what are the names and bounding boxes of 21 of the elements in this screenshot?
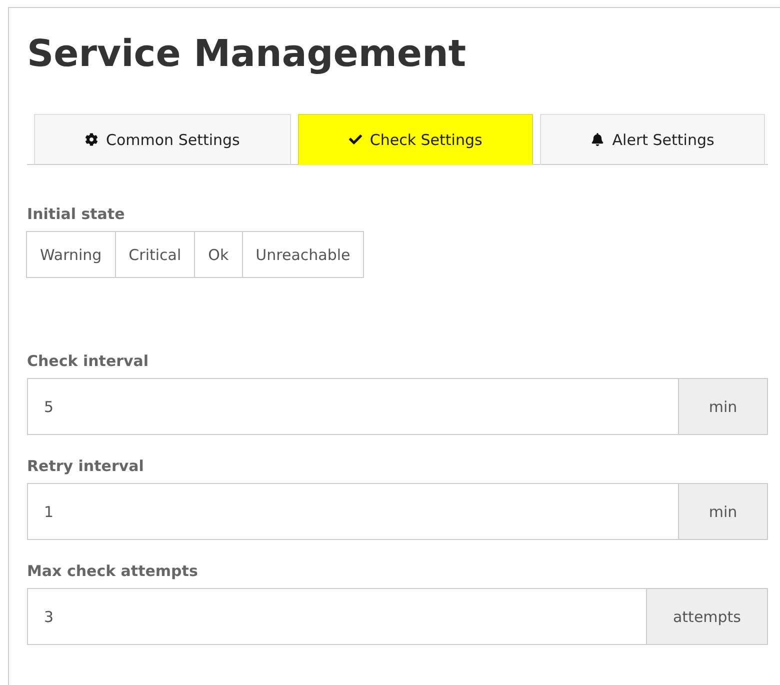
page-title: Service Management bbox=[27, 32, 468, 76]
unit-addon: attempts bbox=[646, 588, 768, 645]
field-label: Retry interval bbox=[27, 457, 145, 475]
input-field[interactable]: 5 bbox=[27, 378, 678, 435]
unit-addon: min bbox=[678, 378, 768, 435]
tab[interactable]: Check Settings bbox=[298, 114, 534, 165]
input-field[interactable]: 3 bbox=[27, 588, 646, 645]
input-field[interactable]: 1 bbox=[27, 483, 678, 540]
state-option[interactable]: Warning bbox=[26, 231, 116, 278]
state-option[interactable]: Critical bbox=[114, 231, 196, 278]
state-option[interactable]: Ok bbox=[194, 231, 243, 278]
field-label: Initial state bbox=[27, 205, 126, 223]
field-label: Check interval bbox=[27, 352, 150, 370]
check-icon bbox=[348, 133, 362, 146]
state-option[interactable]: Unreachable bbox=[242, 231, 364, 278]
unit-addon: min bbox=[678, 483, 768, 540]
tab[interactable]: Common Settings bbox=[34, 114, 291, 165]
tab[interactable]: Alert Settings bbox=[540, 114, 766, 165]
field-label: Max check attempts bbox=[27, 562, 199, 580]
gear-icon bbox=[85, 133, 98, 146]
bell-icon bbox=[591, 133, 604, 146]
